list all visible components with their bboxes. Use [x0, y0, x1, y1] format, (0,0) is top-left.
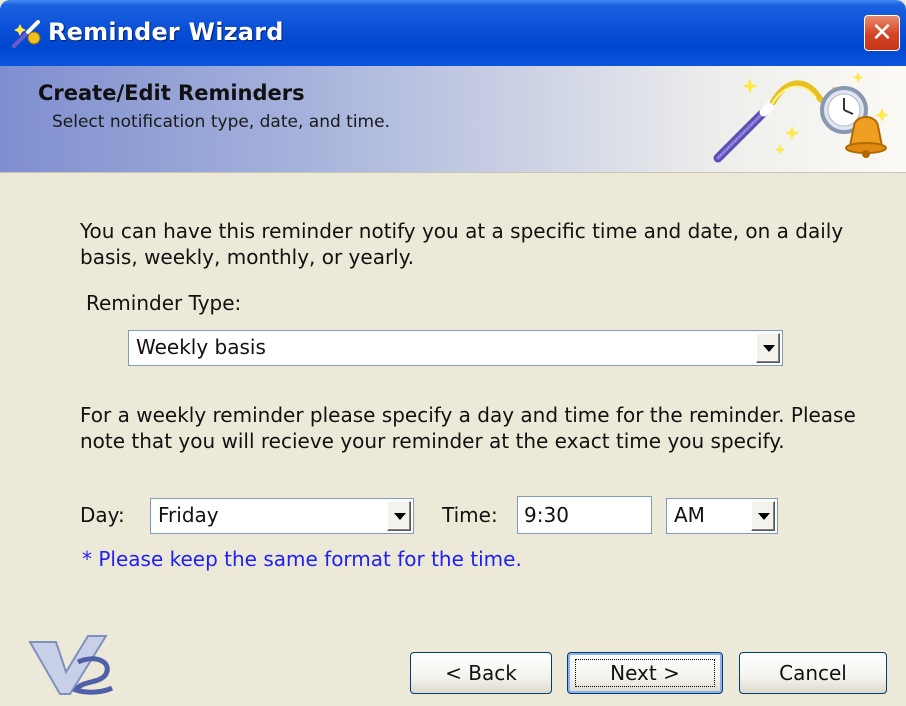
reminder-wizard-window: Reminder Wizard ✕ Create/Edit Reminders … — [0, 0, 906, 706]
weekly-instructions-text: For a weekly reminder please specify a d… — [80, 403, 856, 453]
chevron-down-icon[interactable] — [387, 501, 411, 531]
cancel-button-label: Cancel — [779, 661, 847, 685]
window-title: Reminder Wizard — [48, 18, 284, 46]
time-input[interactable]: 9:30 — [517, 496, 652, 534]
back-button-label: < Back — [445, 661, 517, 685]
reminder-type-dropdown[interactable]: Weekly basis — [128, 330, 783, 366]
ampm-value: AM — [674, 503, 705, 527]
chevron-down-icon[interactable] — [756, 333, 780, 363]
time-format-note: * Please keep the same format for the ti… — [82, 547, 522, 571]
reminder-type-value: Weekly basis — [136, 335, 266, 359]
page-title: Create/Edit Reminders — [38, 81, 305, 105]
next-button-label: Next > — [610, 661, 680, 685]
ampm-dropdown[interactable]: AM — [666, 498, 778, 534]
day-dropdown[interactable]: Friday — [150, 498, 414, 534]
magic-wand-bell-icon — [713, 72, 889, 163]
vs-logo — [28, 635, 114, 695]
title-bar[interactable]: Reminder Wizard ✕ — [0, 0, 906, 66]
time-value: 9:30 — [524, 503, 569, 527]
page-subtitle: Select notification type, date, and time… — [52, 112, 390, 132]
close-icon: ✕ — [871, 18, 893, 48]
next-button[interactable]: Next > — [567, 652, 723, 694]
day-label: Day: — [80, 503, 125, 527]
back-button[interactable]: < Back — [410, 652, 552, 694]
reminder-type-label: Reminder Type: — [86, 291, 242, 315]
chevron-down-icon[interactable] — [751, 501, 775, 531]
time-label: Time: — [442, 503, 498, 527]
day-value: Friday — [158, 503, 219, 527]
cancel-button[interactable]: Cancel — [739, 652, 887, 694]
wizard-icon — [12, 20, 41, 48]
intro-text: You can have this reminder notify you at… — [80, 219, 844, 269]
close-button[interactable]: ✕ — [864, 15, 900, 51]
